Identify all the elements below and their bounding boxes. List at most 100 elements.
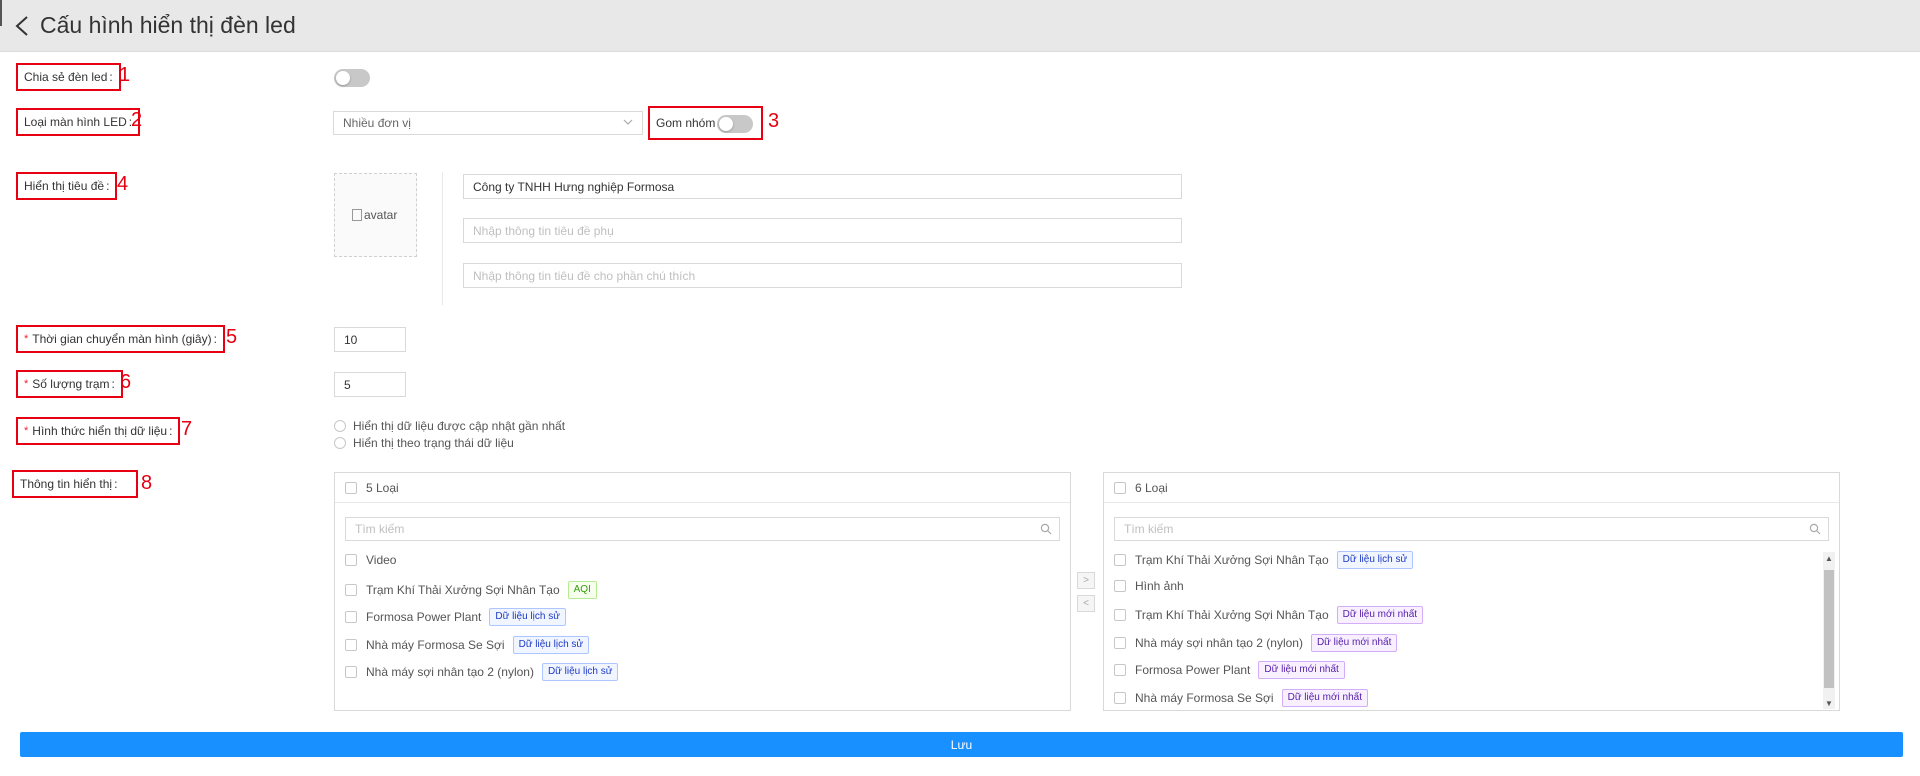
chevron-down-icon [622,116,634,128]
toggle-knob [719,117,733,131]
scroll-down-icon[interactable]: ▼ [1823,697,1835,709]
display-mode-label: * Hình thức hiển thị dữ liệu: [16,417,181,445]
item-checkbox[interactable] [345,611,357,623]
note-title-input[interactable]: Nhập thông tin tiêu đề cho phần chú thíc… [463,263,1182,288]
label-text: Hiển thị tiêu đề [24,179,105,193]
switch-time-label: * Thời gian chuyển màn hình (giây): [16,325,225,353]
move-right-button[interactable]: > [1077,572,1095,589]
required-mark: * [24,378,29,390]
source-search-input[interactable]: Tìm kiếm [345,517,1060,541]
page-title: Cấu hình hiển thị đèn led [40,12,296,38]
select-all-checkbox[interactable] [1114,481,1126,494]
item-checkbox[interactable] [1114,609,1126,621]
scroll-up-icon[interactable]: ▲ [1823,552,1835,564]
avatar-image: avatar [352,208,397,222]
label-text: Thông tin hiển thị [20,477,113,491]
radio-latest-data[interactable]: Hiển thị dữ liệu được cập nhật gần nhất [334,419,565,433]
item-tag: Dữ liệu mới nhất [1258,661,1345,679]
item-tag: Dữ liệu lịch sử [512,635,590,654]
list-item[interactable]: Trạm Khí Thải Xưởng Sợi Nhân Tạo Dữ liệu … [1114,606,1424,624]
item-tag: Dữ liệu lịch sử [489,608,566,626]
target-count: 6 Loại [1135,480,1168,495]
item-checkbox[interactable] [1114,691,1126,704]
target-list-scrollbar[interactable]: ▲ ▼ [1823,552,1835,709]
label-colon: : [114,477,118,491]
item-tag: Dữ liệu lịch sử [541,663,619,681]
item-label: Nhà máy Formosa Se Sợi [366,637,505,652]
label-text: Số lượng trạm [32,377,110,391]
label-text: Hình thức hiển thị dữ liệu [32,424,168,438]
station-count-input[interactable]: 5 [334,372,406,397]
target-search-input[interactable]: Tìm kiếm [1114,517,1829,541]
label-colon: : [106,179,110,193]
annotation-4: 4 [117,173,129,195]
required-mark: * [24,425,29,437]
page-header: Cấu hình hiển thị đèn led [0,0,1920,52]
item-label: Nhà máy sợi nhân tạo 2 (nylon) [366,665,534,679]
edge-marker [0,0,2,26]
list-item[interactable]: Nhà máy sợi nhân tạo 2 (nylon) Dữ liệu mớ… [1114,633,1398,652]
item-checkbox[interactable] [345,583,357,596]
search-icon [1040,523,1052,535]
annotation-2: 2 [131,109,143,131]
source-list-header: 5 Loại [335,473,1070,503]
label-text: Chia sẻ đèn led [24,70,108,84]
radio-label: Hiển thị theo trạng thái dữ liệu [353,436,514,450]
list-item[interactable]: Trạm Khí Thải Xưởng Sợi Nhân Tạo AQI [345,580,597,599]
group-toggle-box: Gom nhóm [648,106,763,140]
item-label: Trạm Khí Thải Xưởng Sợi Nhân Tạo [1135,553,1329,567]
label-colon: : [109,70,113,84]
label-colon: : [169,424,173,438]
led-screen-type-label: Loại màn hình LED: [16,108,141,136]
item-checkbox[interactable] [1114,636,1126,649]
item-checkbox[interactable] [345,666,357,678]
broken-image-icon [352,209,362,221]
list-item[interactable]: Nhà máy Formosa Se Sợi Dữ liệu lịch sử [345,635,590,654]
led-screen-type-select[interactable]: Nhiều đơn vị [333,111,643,135]
annotation-6: 6 [120,371,132,393]
item-label: Trạm Khí Thải Xưởng Sợi Nhân Tạo [1135,608,1329,622]
list-item[interactable]: Hình ảnh [1114,579,1184,593]
item-tag: Dữ liệu mới nhất [1336,606,1424,624]
select-value: Nhiều đơn vị [343,116,411,130]
radio-label: Hiển thị dữ liệu được cập nhật gần nhất [353,419,566,433]
item-checkbox[interactable] [1114,664,1126,676]
item-checkbox[interactable] [1114,554,1126,566]
save-button[interactable]: Lưu [20,732,1903,757]
item-tag: Dữ liệu lịch sử [1336,551,1414,569]
move-left-button[interactable]: < [1077,595,1095,612]
display-info-label: Thông tin hiển thị: [12,470,138,498]
toggle-knob [336,71,350,85]
annotation-1: 1 [119,64,131,86]
back-arrow-icon[interactable] [14,15,34,37]
item-checkbox[interactable] [345,638,357,651]
scrollbar-thumb[interactable] [1824,570,1834,688]
search-placeholder: Tìm kiếm [1124,522,1174,536]
share-led-label: Chia sẻ đèn led: [16,63,121,91]
annotation-5: 5 [226,326,238,348]
avatar-alt-text: avatar [364,208,398,222]
item-checkbox[interactable] [345,554,357,566]
radio-button[interactable] [334,437,346,449]
item-label: Formosa Power Plant [1135,663,1251,677]
group-toggle[interactable] [717,115,753,133]
list-item[interactable]: Video [345,553,396,567]
share-led-toggle[interactable] [334,69,370,87]
title-input[interactable]: Công ty TNHH Hưng nghiệp Formosa [463,174,1182,199]
item-label: Formosa Power Plant [366,610,482,624]
list-item[interactable]: Trạm Khí Thải Xưởng Sợi Nhân Tạo Dữ liệu … [1114,551,1414,569]
list-item[interactable]: Nhà máy Formosa Se Sợi Dữ liệu mới nhất [1114,688,1368,707]
select-all-checkbox[interactable] [345,481,357,494]
label-colon: : [111,377,115,391]
switch-time-input[interactable]: 10 [334,327,406,352]
radio-button[interactable] [334,420,346,432]
item-checkbox[interactable] [1114,579,1126,592]
list-item[interactable]: Nhà máy sợi nhân tạo 2 (nylon) Dữ liệu lị… [345,663,619,681]
radio-by-status[interactable]: Hiển thị theo trạng thái dữ liệu [334,436,514,450]
avatar-upload[interactable]: avatar [334,173,417,257]
label-text: Thời gian chuyển màn hình (giây) [32,332,212,346]
list-item[interactable]: Formosa Power Plant Dữ liệu lịch sử [345,608,566,626]
subtitle-input[interactable]: Nhập thông tin tiêu đề phụ [463,218,1182,243]
annotation-3: 3 [768,110,780,132]
list-item[interactable]: Formosa Power Plant Dữ liệu mới nhất [1114,661,1345,679]
